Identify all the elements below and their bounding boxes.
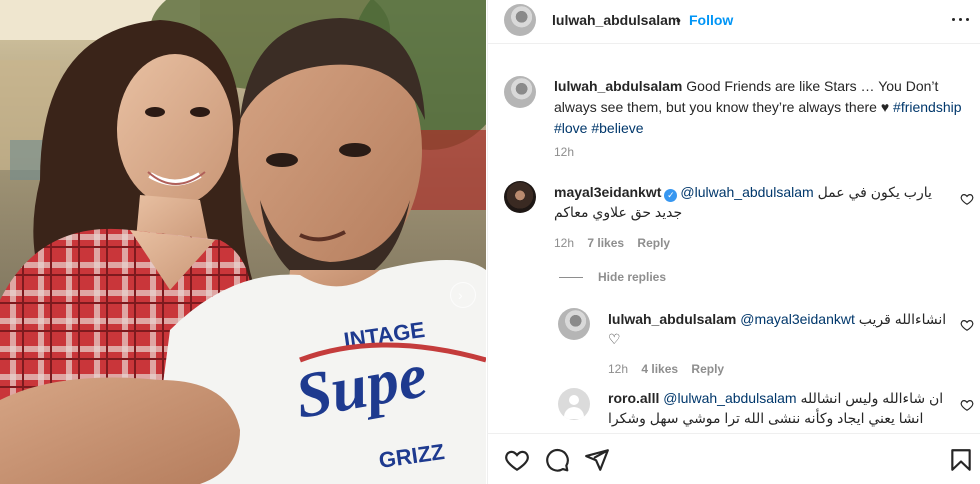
hashtag-love[interactable]: #love [554,120,587,136]
post-photo: INTAGE Supe GRIZZ › [0,0,486,484]
reply-text-line2: انشا يعني ايجاد وكأنه ننشى الله ترا موشي… [608,410,924,426]
chevron-right-icon: › [458,287,463,303]
post-header: lulwah_abdulsalam • Follow [488,0,980,44]
caption: lulwah_abdulsalam Good Friends are like … [554,76,969,139]
follow-button[interactable]: Follow [689,12,733,28]
reply-text: انشاءالله قريب [858,311,947,327]
comment-body: mayal3eidankwt ✓ @lulwah_abdulsalam يارب ي… [554,182,934,222]
reply-reply-button[interactable]: Reply [691,362,724,376]
comment-username[interactable]: mayal3eidankwt [554,184,661,200]
reply-mention[interactable]: @mayal3eidankwt [740,311,855,327]
comment-reply-button[interactable]: Reply [637,236,670,250]
comment-likes[interactable]: 7 likes [587,236,624,250]
comment-icon[interactable] [544,447,570,473]
verified-badge-icon: ✓ [664,189,678,202]
comment-mention[interactable]: @lulwah_abdulsalam [680,184,813,200]
reply-likes[interactable]: 4 likes [641,362,678,376]
hashtag-believe[interactable]: #believe [591,120,643,136]
reply-username[interactable]: lulwah_abdulsalam [608,311,736,327]
reply-body: roro.alll @lulwah_abdulsalam ان شاءالله … [608,388,948,428]
reply-mention[interactable]: @lulwah_abdulsalam [663,390,796,406]
carousel-next-button[interactable]: › [450,282,476,308]
caption-username[interactable]: lulwah_abdulsalam [554,78,682,94]
comment-text-line2: جديد حق علاوي معاكم [554,204,683,220]
header-separator: • [676,12,681,28]
action-bar [488,433,980,484]
author-username[interactable]: lulwah_abdulsalam [552,12,680,28]
hashtag-friendship[interactable]: #friendship [893,99,962,115]
reply-text-line1: ان شاءالله وليس انشالله [800,390,944,406]
caption-avatar[interactable] [504,76,536,108]
reply-username[interactable]: roro.alll [608,390,659,406]
comment-like-heart-icon[interactable] [960,192,974,206]
reply-meta: 12h 4 likes Reply [608,362,724,376]
replies-divider [559,277,583,278]
comments-section: lulwah_abdulsalam Good Friends are like … [488,45,980,433]
hide-replies-button[interactable]: Hide replies [598,270,666,284]
caption-time[interactable]: 12h [554,145,574,159]
heart-icon[interactable] [504,447,530,473]
comment-meta: 12h 7 likes Reply [554,236,670,250]
more-options-button[interactable] [950,8,972,30]
reply-like-heart-icon[interactable] [960,398,974,412]
bookmark-icon[interactable] [948,447,974,473]
reply-like-heart-icon[interactable] [960,318,974,332]
comment-text-line1: يارب يكون في عمل [817,184,932,200]
comment-avatar[interactable] [504,181,536,213]
reply-avatar[interactable] [558,308,590,340]
reply-avatar[interactable] [558,388,590,420]
reply-emoji: ♡ [608,331,621,347]
author-avatar[interactable] [504,4,536,36]
reply-time[interactable]: 12h [608,362,628,376]
post-side-panel: lulwah_abdulsalam • Follow lulwah_abduls… [487,0,980,484]
post-photo-art: INTAGE Supe GRIZZ [0,0,486,484]
reply-body: lulwah_abdulsalam @mayal3eidankwt انشاءا… [608,309,948,349]
send-icon[interactable] [584,447,610,473]
comment-time[interactable]: 12h [554,236,574,250]
